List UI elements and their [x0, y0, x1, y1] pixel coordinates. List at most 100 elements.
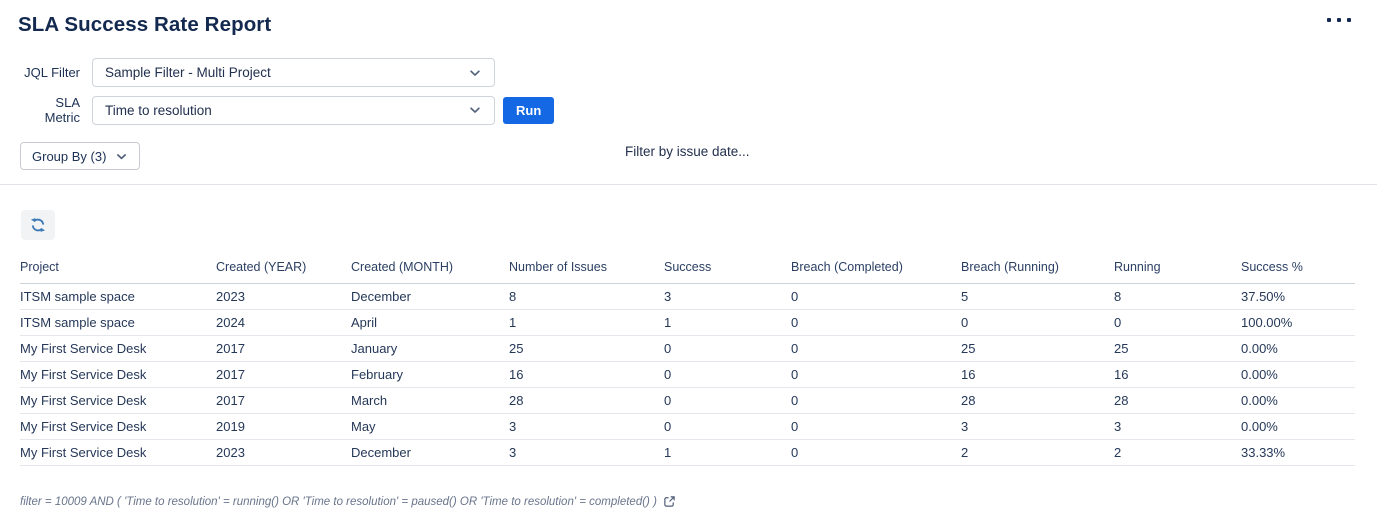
table-cell: 8: [509, 284, 664, 310]
table-cell: March: [351, 388, 509, 414]
table-row: My First Service Desk2017February1600161…: [20, 362, 1355, 388]
table-cell: 37.50%: [1241, 284, 1355, 310]
sla-metric-selected-value: Time to resolution: [105, 103, 212, 118]
group-by-label: Group By (3): [32, 149, 106, 164]
run-button[interactable]: Run: [503, 97, 554, 124]
table-header: ProjectCreated (YEAR)Created (MONTH)Numb…: [20, 256, 1355, 284]
table-cell: My First Service Desk: [20, 440, 216, 466]
sla-metric-select[interactable]: Time to resolution: [92, 96, 495, 125]
table-cell: 28: [961, 388, 1114, 414]
column-header: Created (MONTH): [351, 256, 509, 284]
table-row: ITSM sample space2023December8305837.50%: [20, 284, 1355, 310]
table-cell: January: [351, 336, 509, 362]
table-cell: My First Service Desk: [20, 414, 216, 440]
table-cell: 16: [961, 362, 1114, 388]
report-footer: filter = 10009 AND ( 'Time to resolution…: [20, 495, 1357, 508]
jql-filter-expression: filter = 10009 AND ( 'Time to resolution…: [20, 496, 657, 508]
table-cell: 2: [1114, 440, 1241, 466]
table-cell: February: [351, 362, 509, 388]
sla-report-table: ProjectCreated (YEAR)Created (MONTH)Numb…: [20, 256, 1355, 466]
table-cell: 28: [509, 388, 664, 414]
table-cell: 100.00%: [1241, 310, 1355, 336]
chevron-down-icon: [468, 66, 482, 80]
table-row: ITSM sample space2024April11000100.00%: [20, 310, 1355, 336]
jql-filter-label: JQL Filter: [20, 65, 80, 80]
table-cell: 3: [509, 414, 664, 440]
refresh-button[interactable]: [21, 210, 55, 240]
jql-filter-select[interactable]: Sample Filter - Multi Project: [92, 58, 495, 87]
table-cell: 0: [791, 336, 961, 362]
column-header: Number of Issues: [509, 256, 664, 284]
table-cell: 3: [961, 414, 1114, 440]
table-cell: 0: [791, 388, 961, 414]
table-row: My First Service Desk2017March280028280.…: [20, 388, 1355, 414]
table-cell: 16: [509, 362, 664, 388]
table-cell: 2017: [216, 388, 351, 414]
external-link-icon[interactable]: [663, 495, 676, 508]
table-cell: 1: [664, 440, 791, 466]
table-body: ITSM sample space2023December8305837.50%…: [20, 284, 1355, 466]
report-toolbar: Group By (3): [20, 142, 1377, 171]
chevron-down-icon: [468, 103, 482, 117]
section-divider: [0, 184, 1377, 185]
table-cell: 0: [961, 310, 1114, 336]
table-cell: 0: [791, 414, 961, 440]
table-cell: 2: [961, 440, 1114, 466]
chevron-down-icon: [115, 150, 128, 163]
table-cell: 0.00%: [1241, 414, 1355, 440]
table-cell: ITSM sample space: [20, 310, 216, 336]
table-cell: 0.00%: [1241, 388, 1355, 414]
issue-date-filter-input[interactable]: [625, 144, 905, 159]
jql-filter-row: JQL Filter Sample Filter - Multi Project: [20, 58, 1377, 87]
table-cell: May: [351, 414, 509, 440]
table-cell: My First Service Desk: [20, 336, 216, 362]
table-cell: December: [351, 284, 509, 310]
table-cell: 25: [961, 336, 1114, 362]
table-cell: December: [351, 440, 509, 466]
table-header-row: ProjectCreated (YEAR)Created (MONTH)Numb…: [20, 256, 1355, 284]
table-cell: ITSM sample space: [20, 284, 216, 310]
table-cell: 0: [791, 440, 961, 466]
table-cell: My First Service Desk: [20, 388, 216, 414]
table-cell: 2023: [216, 440, 351, 466]
column-header: Success: [664, 256, 791, 284]
table-cell: 2017: [216, 336, 351, 362]
table-row: My First Service Desk2023December3102233…: [20, 440, 1355, 466]
more-options-button[interactable]: [1325, 14, 1353, 26]
table-cell: 2024: [216, 310, 351, 336]
table-cell: 0: [664, 388, 791, 414]
table-row: My First Service Desk2019May300330.00%: [20, 414, 1355, 440]
table-cell: 2023: [216, 284, 351, 310]
table-cell: 0: [664, 362, 791, 388]
table-cell: 0: [1114, 310, 1241, 336]
column-header: Created (YEAR): [216, 256, 351, 284]
table-cell: 25: [1114, 336, 1241, 362]
report-header: SLA Success Rate Report: [0, 0, 1377, 37]
table-cell: 2017: [216, 362, 351, 388]
table-cell: 3: [664, 284, 791, 310]
column-header: Success %: [1241, 256, 1355, 284]
table-cell: 33.33%: [1241, 440, 1355, 466]
table-cell: 8: [1114, 284, 1241, 310]
table-cell: 3: [1114, 414, 1241, 440]
table-cell: 0.00%: [1241, 336, 1355, 362]
table-cell: 5: [961, 284, 1114, 310]
column-header: Breach (Running): [961, 256, 1114, 284]
table-cell: 0: [791, 284, 961, 310]
sla-metric-label: SLA Metric: [20, 95, 80, 125]
table-cell: 0.00%: [1241, 362, 1355, 388]
page-title: SLA Success Rate Report: [18, 13, 1353, 37]
table-cell: April: [351, 310, 509, 336]
table-cell: 0: [791, 362, 961, 388]
column-header: Breach (Completed): [791, 256, 961, 284]
group-by-button[interactable]: Group By (3): [20, 142, 140, 170]
table-cell: My First Service Desk: [20, 362, 216, 388]
table-cell: 28: [1114, 388, 1241, 414]
column-header: Running: [1114, 256, 1241, 284]
table-cell: 3: [509, 440, 664, 466]
column-header: Project: [20, 256, 216, 284]
table-cell: 0: [664, 336, 791, 362]
table-cell: 16: [1114, 362, 1241, 388]
ellipsis-icon: [1327, 18, 1351, 22]
table-cell: 0: [664, 414, 791, 440]
